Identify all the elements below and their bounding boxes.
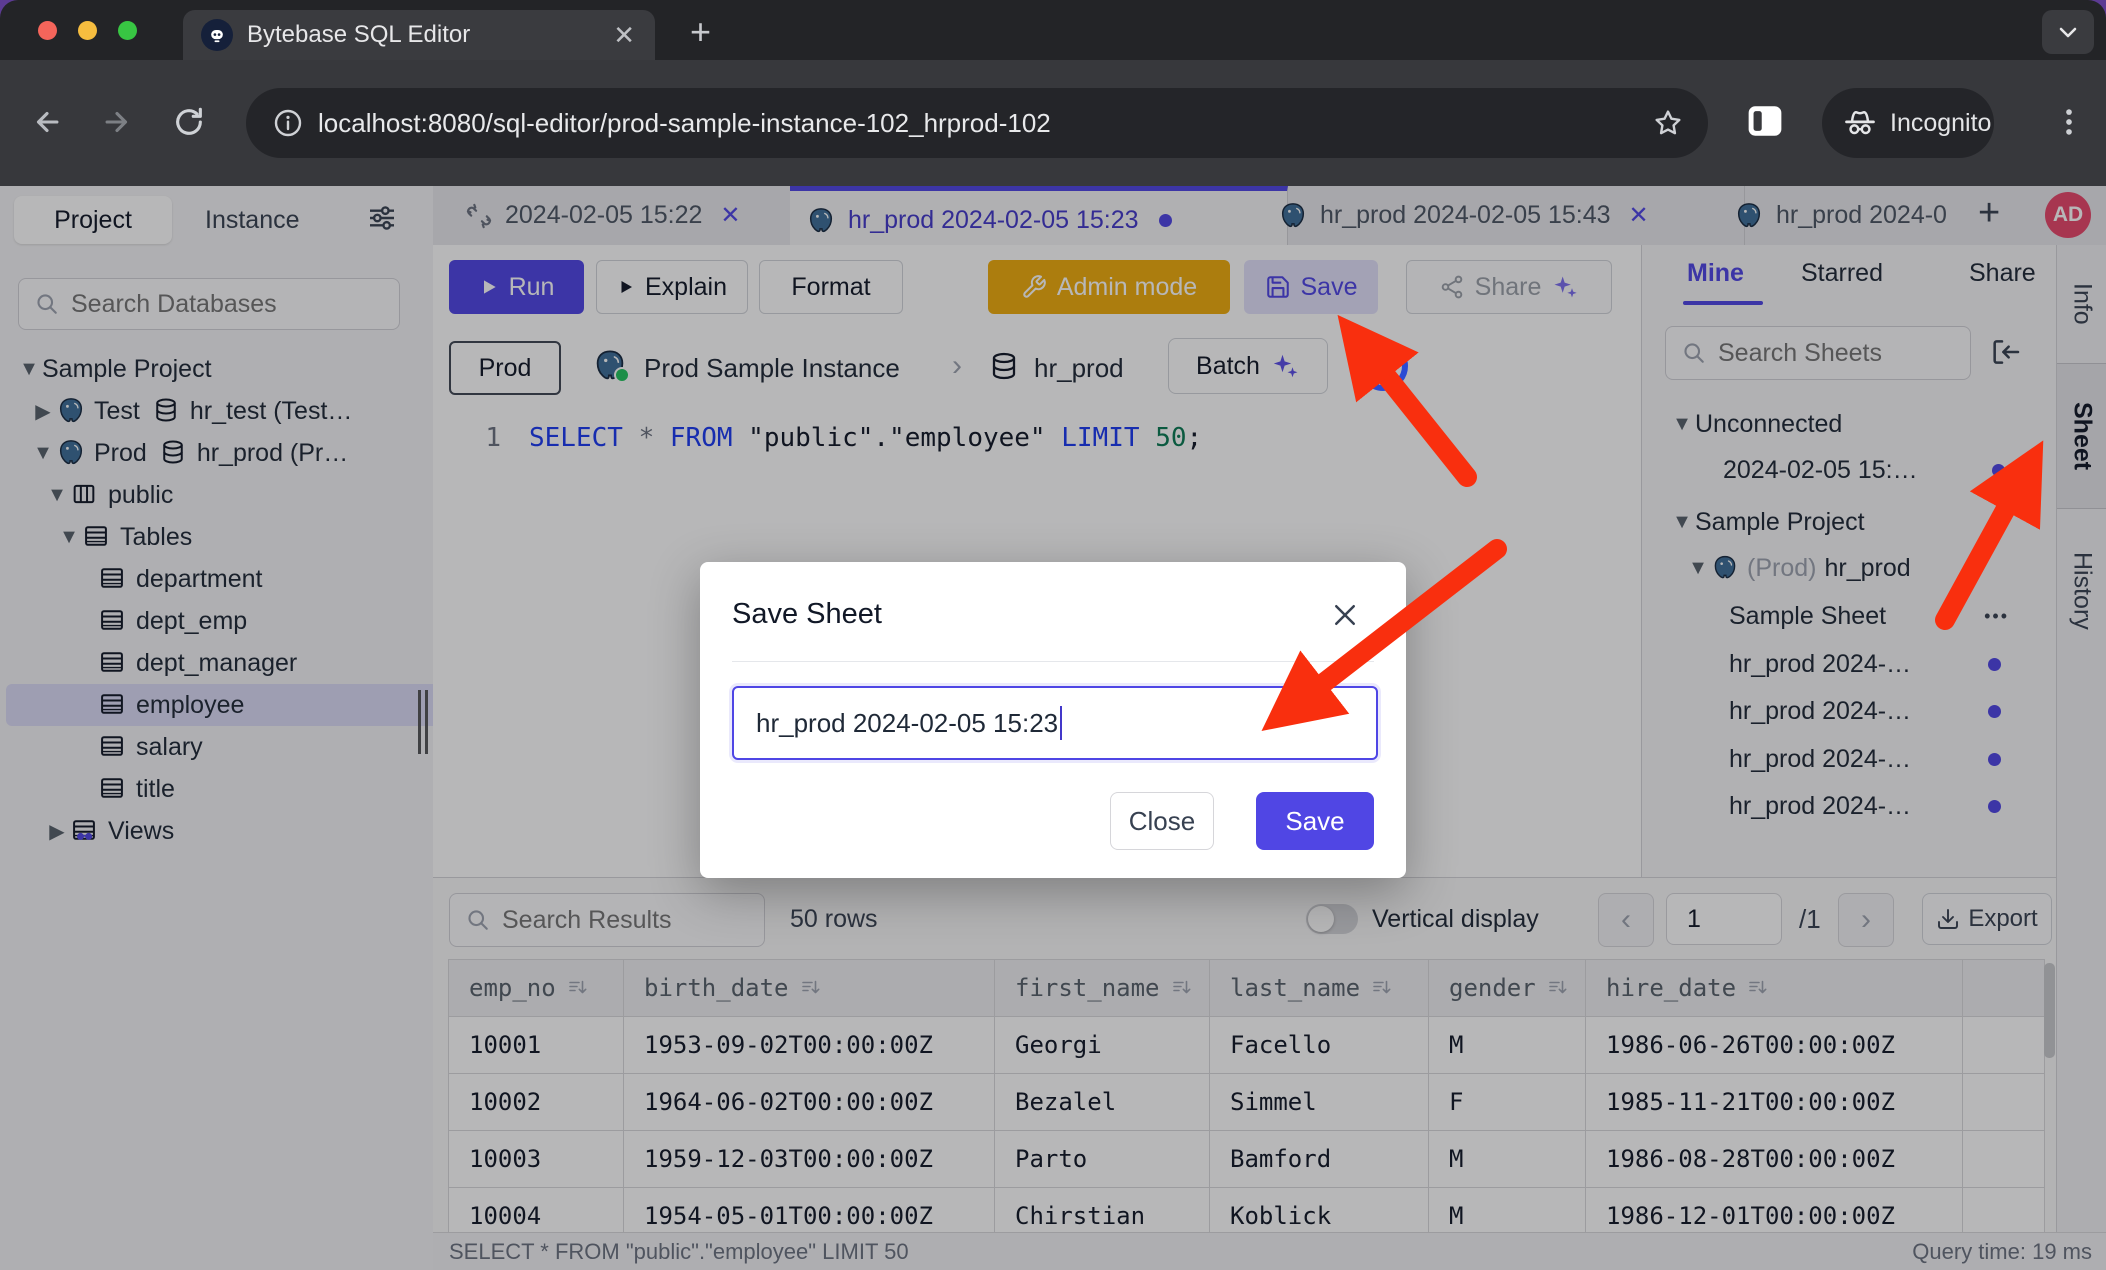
- browser-toolbar: localhost:8080/sql-editor/prod-sample-in…: [0, 60, 2106, 186]
- window-zoom-button[interactable]: [118, 21, 137, 40]
- browser-tab-title: Bytebase SQL Editor: [247, 21, 470, 49]
- tab-search-button[interactable]: [2042, 10, 2094, 54]
- window-close-button[interactable]: [38, 21, 57, 40]
- text-caret: [1060, 706, 1062, 740]
- site-info-icon[interactable]: [272, 107, 304, 139]
- reload-icon[interactable]: [172, 105, 206, 139]
- dialog-divider: [732, 661, 1374, 662]
- side-panel-icon[interactable]: [1745, 103, 1785, 139]
- dialog-save-button[interactable]: Save: [1256, 792, 1374, 850]
- forward-icon[interactable]: [100, 105, 134, 139]
- incognito-label: Incognito: [1890, 109, 1991, 138]
- new-tab-button[interactable]: +: [690, 11, 711, 53]
- tab-close-icon[interactable]: ✕: [613, 20, 635, 51]
- url-text: localhost:8080/sql-editor/prod-sample-in…: [318, 108, 1051, 139]
- browser-tab-strip: Bytebase SQL Editor ✕ +: [0, 0, 2106, 60]
- bookmark-star-icon[interactable]: [1652, 107, 1684, 139]
- bytebase-favicon: [201, 19, 233, 51]
- screenshot-root: Bytebase SQL Editor ✕ + localhost: [0, 0, 2106, 1270]
- back-icon[interactable]: [30, 105, 64, 139]
- dialog-close-icon[interactable]: [1330, 600, 1360, 630]
- incognito-badge: Incognito: [1822, 88, 1994, 158]
- dialog-close-button[interactable]: Close: [1110, 792, 1214, 850]
- address-bar[interactable]: localhost:8080/sql-editor/prod-sample-in…: [246, 88, 1708, 158]
- browser-tab[interactable]: Bytebase SQL Editor ✕: [183, 10, 655, 60]
- incognito-icon: [1842, 105, 1878, 141]
- browser-menu-icon[interactable]: [2052, 104, 2086, 140]
- dialog-title: Save Sheet: [732, 598, 882, 631]
- window-minimize-button[interactable]: [78, 21, 97, 40]
- sheet-name-input[interactable]: hr_prod 2024-02-05 15:23: [732, 686, 1378, 760]
- browser-chrome: Bytebase SQL Editor ✕ + localhost: [0, 0, 2106, 186]
- save-sheet-dialog: Save Sheet hr_prod 2024-02-05 15:23 Clos…: [700, 562, 1406, 878]
